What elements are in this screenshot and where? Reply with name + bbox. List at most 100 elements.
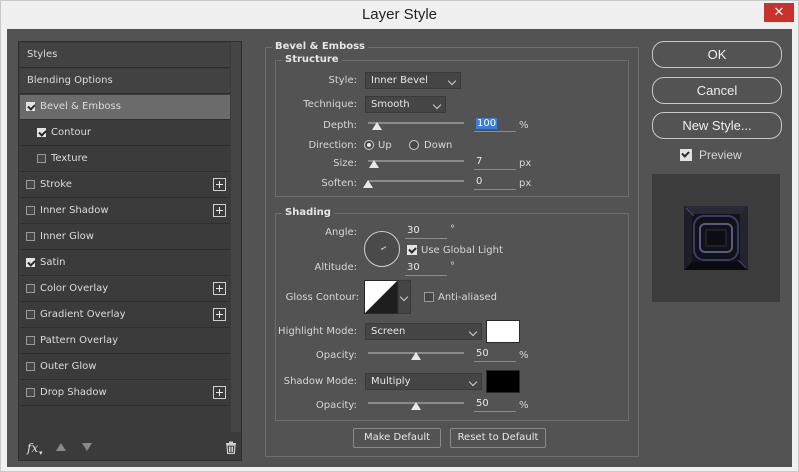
style-item-label: Blending Options (27, 75, 113, 86)
size-slider-thumb[interactable] (368, 160, 379, 168)
style-item-label: Color Overlay (40, 283, 109, 294)
outer-glow-checkbox[interactable] (26, 362, 35, 371)
move-down-icon[interactable] (82, 443, 92, 451)
style-item-label: Drop Shadow (40, 387, 107, 398)
preview-checkbox[interactable] (680, 149, 692, 161)
style-item-styles[interactable]: Styles (20, 43, 230, 68)
highlight-mode-select[interactable]: Screen (365, 323, 482, 340)
style-item-inner-glow[interactable]: Inner Glow (20, 225, 230, 250)
altitude-input[interactable]: 30 (405, 262, 447, 276)
style-item-label: Texture (51, 153, 88, 164)
depth-slider-thumb[interactable] (371, 122, 382, 130)
size-unit: px (519, 158, 532, 169)
direction-down-label[interactable]: Down (424, 140, 452, 151)
trash-icon[interactable] (225, 441, 237, 454)
use-global-light-checkbox[interactable] (407, 245, 417, 255)
drop-shadow-checkbox[interactable] (26, 388, 35, 397)
shading-title: Shading (282, 207, 334, 218)
technique-select[interactable]: Smooth (365, 96, 446, 113)
add-icon[interactable] (213, 204, 226, 217)
reset-to-default-button[interactable]: Reset to Default (450, 428, 546, 448)
style-label: Style: (328, 75, 358, 86)
style-item-label: Pattern Overlay (40, 335, 119, 346)
inner-shadow-checkbox[interactable] (26, 206, 35, 215)
shadow-opacity-slider-thumb[interactable] (411, 402, 421, 410)
altitude-degree: ° (450, 261, 455, 272)
cancel-button[interactable]: Cancel (652, 77, 782, 104)
highlight-color-swatch[interactable] (486, 320, 520, 343)
contour-checkbox[interactable] (37, 128, 46, 137)
texture-checkbox[interactable] (37, 154, 46, 163)
color-overlay-checkbox[interactable] (26, 284, 35, 293)
direction-up-label[interactable]: Up (378, 140, 392, 151)
use-global-light-label[interactable]: Use Global Light (421, 245, 503, 256)
style-item-bevel-and-emboss[interactable]: Bevel & Emboss (20, 95, 230, 120)
style-item-color-overlay[interactable]: Color Overlay (20, 277, 230, 302)
inner-glow-checkbox[interactable] (26, 232, 35, 241)
size-slider-track[interactable] (368, 160, 464, 162)
altitude-value: 30 (407, 262, 420, 273)
gloss-contour-thumbnail[interactable] (364, 280, 398, 314)
window-title: Layer Style (361, 6, 438, 23)
style-item-satin[interactable]: Satin (20, 251, 230, 276)
close-button[interactable]: ✕ (764, 3, 794, 22)
soften-slider-thumb[interactable] (363, 180, 373, 188)
style-item-blending-options[interactable]: Blending Options (20, 69, 230, 94)
highlight-opacity-slider-thumb[interactable] (411, 352, 421, 360)
style-item-label: Outer Glow (40, 361, 97, 372)
pattern-overlay-checkbox[interactable] (26, 336, 35, 345)
style-item-contour[interactable]: Contour (20, 121, 230, 146)
styles-list: Styles Blending Options Bevel & Emboss Cont… (18, 41, 242, 461)
move-up-icon[interactable] (56, 443, 66, 451)
stroke-checkbox[interactable] (26, 180, 35, 189)
soften-input[interactable]: 0 (474, 176, 516, 190)
fx-icon[interactable]: fx (27, 441, 38, 455)
gloss-contour-dropdown[interactable] (398, 280, 411, 314)
style-item-stroke[interactable]: Stroke (20, 173, 230, 198)
size-input[interactable]: 7 (474, 156, 516, 170)
highlight-opacity-input[interactable]: 50 (474, 348, 516, 362)
style-select[interactable]: Inner Bevel (365, 72, 461, 89)
style-item-inner-shadow[interactable]: Inner Shadow (20, 199, 230, 224)
style-item-pattern-overlay[interactable]: Pattern Overlay (20, 329, 230, 354)
make-default-button[interactable]: Make Default (353, 428, 441, 448)
fx-caret-icon: ▾ (39, 449, 43, 457)
depth-input[interactable]: 100 (474, 118, 516, 132)
technique-value: Smooth (371, 99, 410, 110)
list-scrollbar[interactable] (231, 42, 241, 432)
size-value: 7 (476, 156, 483, 167)
shadow-mode-select[interactable]: Multiply (365, 373, 482, 390)
angle-value: 30 (407, 225, 420, 236)
new-style-button[interactable]: New Style... (652, 112, 782, 139)
depth-slider-track[interactable] (368, 122, 464, 124)
bevel-and-emboss-checkbox[interactable] (26, 102, 35, 111)
style-item-outer-glow[interactable]: Outer Glow (20, 355, 230, 380)
angle-dial[interactable] (363, 230, 401, 268)
style-item-label: Styles (27, 49, 58, 60)
angle-input[interactable]: 30 (405, 225, 447, 239)
add-icon[interactable] (213, 178, 226, 191)
ok-button[interactable]: OK (652, 41, 782, 68)
anti-aliased-checkbox[interactable] (424, 292, 434, 302)
add-icon[interactable] (213, 308, 226, 321)
gradient-overlay-checkbox[interactable] (26, 310, 35, 319)
style-item-drop-shadow[interactable]: Drop Shadow (20, 381, 230, 406)
soften-label: Soften: (321, 178, 357, 189)
style-item-texture[interactable]: Texture (20, 147, 230, 172)
shadow-color-swatch[interactable] (486, 370, 520, 393)
preview-area (652, 174, 780, 302)
anti-aliased-label[interactable]: Anti-aliased (438, 292, 497, 303)
add-icon[interactable] (213, 386, 226, 399)
style-item-gradient-overlay[interactable]: Gradient Overlay (20, 303, 230, 328)
direction-up-radio[interactable] (364, 140, 374, 150)
preview-label[interactable]: Preview (699, 148, 742, 162)
add-icon[interactable] (213, 282, 226, 295)
direction-label: Direction: (308, 140, 357, 151)
style-item-label: Contour (51, 127, 91, 138)
direction-down-radio[interactable] (409, 140, 419, 150)
soften-slider-track[interactable] (368, 180, 464, 182)
shadow-opacity-input[interactable]: 50 (474, 398, 516, 412)
size-label: Size: (333, 158, 357, 169)
satin-checkbox[interactable] (26, 258, 35, 267)
soften-value: 0 (476, 176, 483, 187)
